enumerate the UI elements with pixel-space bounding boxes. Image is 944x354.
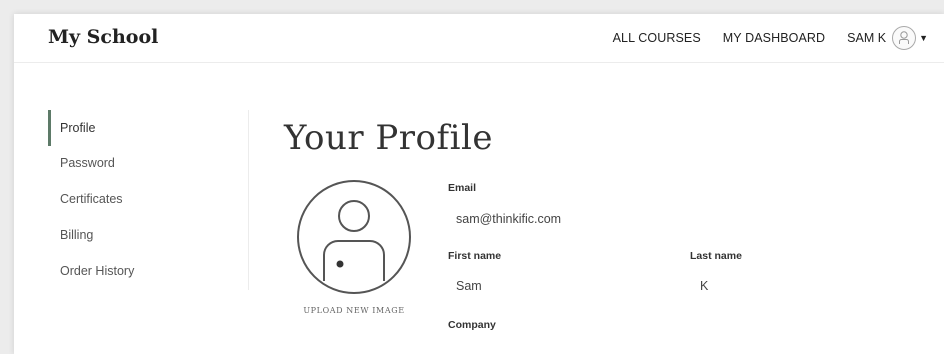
- first-name-field[interactable]: Sam: [456, 279, 482, 293]
- page-title: Your Profile: [284, 118, 493, 158]
- user-avatar-icon: [892, 26, 917, 50]
- first-name-label: First name: [448, 250, 502, 262]
- upload-image-link[interactable]: UPLOAD NEW IMAGE: [292, 306, 416, 315]
- company-label: Company: [448, 319, 496, 331]
- sidebar-item-certificates[interactable]: Certificates: [48, 181, 250, 217]
- school-brand[interactable]: My School: [48, 26, 158, 48]
- email-label: Email: [448, 182, 477, 194]
- last-name-label: Last name: [690, 250, 742, 262]
- profile-avatar-icon[interactable]: [296, 179, 412, 295]
- email-field[interactable]: sam@thinkific.com: [456, 212, 561, 226]
- nav-all-courses[interactable]: ALL COURSES: [613, 31, 701, 45]
- user-menu[interactable]: SAM K ▼: [847, 26, 928, 50]
- page-card: My School ALL COURSES MY DASHBOARD SAM K…: [14, 14, 944, 354]
- settings-sidebar: Profile Password Certificates Billing Or…: [48, 110, 249, 290]
- sidebar-item-profile[interactable]: Profile: [48, 110, 250, 146]
- last-name-field[interactable]: K: [700, 279, 708, 293]
- user-name: SAM K: [847, 31, 887, 45]
- nav-my-dashboard[interactable]: MY DASHBOARD: [723, 31, 825, 45]
- main-nav: ALL COURSES MY DASHBOARD SAM K ▼: [591, 14, 928, 62]
- sidebar-item-password[interactable]: Password: [48, 145, 250, 181]
- top-navbar: My School ALL COURSES MY DASHBOARD SAM K…: [14, 14, 944, 63]
- sidebar-item-billing[interactable]: Billing: [48, 217, 250, 253]
- chevron-down-icon: ▼: [919, 33, 928, 43]
- sidebar-item-order-history[interactable]: Order History: [48, 253, 250, 289]
